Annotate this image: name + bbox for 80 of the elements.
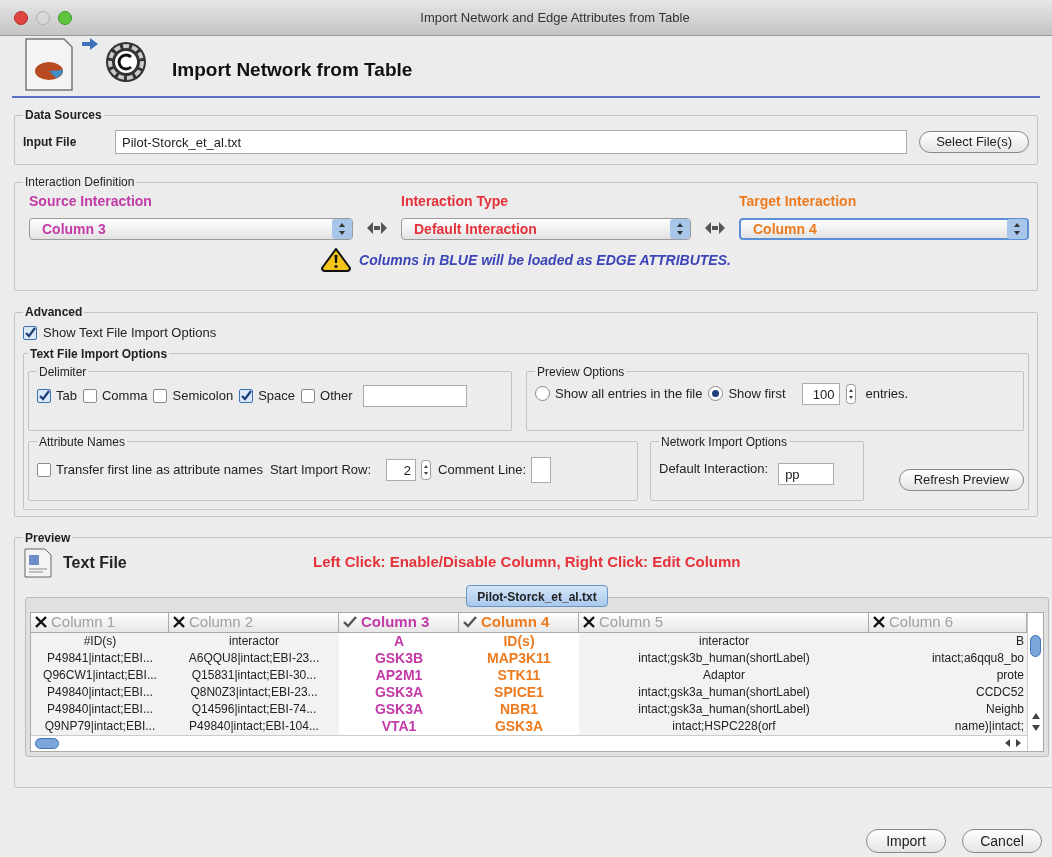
bidirectional-arrow-icon bbox=[367, 222, 387, 234]
selector-label: Interaction Type bbox=[401, 192, 510, 211]
option-label: Show first bbox=[728, 384, 786, 403]
option-label: entries. bbox=[865, 384, 909, 403]
radio-button[interactable] bbox=[708, 386, 724, 401]
dialog-button[interactable]: Cancel bbox=[962, 829, 1042, 853]
dropdown-arrows-icon bbox=[332, 219, 352, 239]
check-icon bbox=[463, 616, 477, 628]
radio-button[interactable] bbox=[535, 386, 550, 401]
field-label: Input File bbox=[23, 134, 78, 151]
dropdown-value: Column 3 bbox=[41, 219, 107, 239]
column-header[interactable]: Column 3 bbox=[339, 612, 459, 633]
option-label: Semicolon bbox=[172, 386, 234, 405]
group-label: Text File Import Options bbox=[29, 345, 169, 363]
close-button[interactable] bbox=[14, 10, 28, 25]
input-file-field[interactable]: Pilot-Storck_et_al.txt bbox=[115, 130, 908, 154]
dropdown[interactable]: Column 3 bbox=[29, 218, 353, 240]
group-label: Interaction Definition bbox=[24, 174, 136, 191]
option-label: Space bbox=[258, 386, 296, 405]
file-tab[interactable]: Pilot-Storck_et_al.txt bbox=[466, 584, 608, 607]
text-file-icon bbox=[23, 546, 53, 579]
selector-label: Target Interaction bbox=[739, 192, 858, 211]
field-label: Comment Line: bbox=[438, 460, 527, 479]
dropdown-value: Column 4 bbox=[752, 219, 818, 239]
stepper-icon[interactable] bbox=[421, 459, 432, 480]
dropdown[interactable]: Default Interaction bbox=[401, 218, 691, 240]
x-icon bbox=[35, 616, 47, 628]
bidirectional-arrow-icon bbox=[705, 222, 725, 234]
group-label: Preview Options bbox=[536, 363, 626, 381]
refresh-preview-button[interactable]: Refresh Preview bbox=[898, 468, 1024, 491]
group-label: Data Sources bbox=[24, 107, 103, 124]
field-label: Default Interaction: bbox=[659, 459, 769, 478]
selector-label: Source Interaction bbox=[29, 192, 153, 211]
option-label: Transfer first line as attribute names bbox=[56, 460, 263, 479]
group-label: Preview bbox=[24, 529, 72, 547]
preview-title: Text File bbox=[63, 552, 128, 573]
dropdown-arrows-icon bbox=[670, 219, 690, 239]
x-icon bbox=[873, 616, 885, 628]
select-files-button[interactable]: Select File(s) bbox=[919, 131, 1029, 153]
comment-line-field[interactable] bbox=[531, 456, 552, 483]
other-delimiter-field[interactable] bbox=[362, 384, 467, 407]
scroll-arrows-icon[interactable] bbox=[1003, 738, 1023, 748]
check-icon bbox=[343, 616, 357, 628]
group-label: Network Import Options bbox=[660, 433, 789, 451]
start-row-field[interactable]: 2 bbox=[386, 458, 417, 481]
option-label: Show all entries in the file bbox=[555, 384, 703, 403]
group-label: Delimiter bbox=[38, 363, 88, 381]
group-label: Attribute Names bbox=[38, 433, 127, 451]
stepper-icon[interactable] bbox=[845, 383, 856, 404]
scroll-thumb[interactable] bbox=[35, 737, 59, 749]
group-label: Advanced bbox=[24, 304, 84, 321]
default-interaction-field[interactable]: pp bbox=[778, 462, 835, 485]
spreadsheet-icon bbox=[24, 37, 74, 92]
x-icon bbox=[173, 616, 185, 628]
checkbox[interactable] bbox=[239, 388, 254, 403]
option-label: Tab bbox=[56, 386, 77, 405]
edge-attributes-note: Columns in BLUE will be loaded as EDGE ATTRIBUTES. bbox=[359, 250, 731, 270]
dialog-button[interactable]: Import bbox=[866, 829, 946, 853]
field-label: Start Import Row: bbox=[269, 460, 372, 479]
checkbox[interactable] bbox=[82, 388, 97, 403]
option-label: Comma bbox=[101, 386, 148, 405]
dropdown-value: Default Interaction bbox=[413, 219, 538, 239]
checkbox[interactable] bbox=[301, 388, 316, 403]
option-label: Show Text File Import Options bbox=[43, 324, 217, 342]
zoom-button[interactable] bbox=[58, 10, 72, 25]
x-icon bbox=[583, 616, 595, 628]
header-title: Import Network from Table bbox=[172, 57, 413, 82]
warning-icon bbox=[321, 248, 352, 272]
checkbox[interactable] bbox=[37, 388, 51, 403]
scroll-thumb[interactable] bbox=[1030, 634, 1041, 657]
window-title: Import Network and Edge Attributes from Table bbox=[419, 8, 691, 27]
entries-count-field[interactable]: 100 bbox=[801, 382, 840, 405]
preview-instruction: Left Click: Enable/Disable Column, Right Click: Edit Column bbox=[313, 552, 741, 573]
dropdown-arrows-icon bbox=[1007, 219, 1027, 239]
logo-icon bbox=[104, 40, 148, 84]
checkbox[interactable] bbox=[37, 462, 51, 477]
option-label: Other bbox=[320, 386, 353, 405]
checkbox[interactable] bbox=[153, 388, 168, 403]
arrow-icon bbox=[82, 38, 98, 50]
checkbox[interactable] bbox=[23, 325, 37, 340]
